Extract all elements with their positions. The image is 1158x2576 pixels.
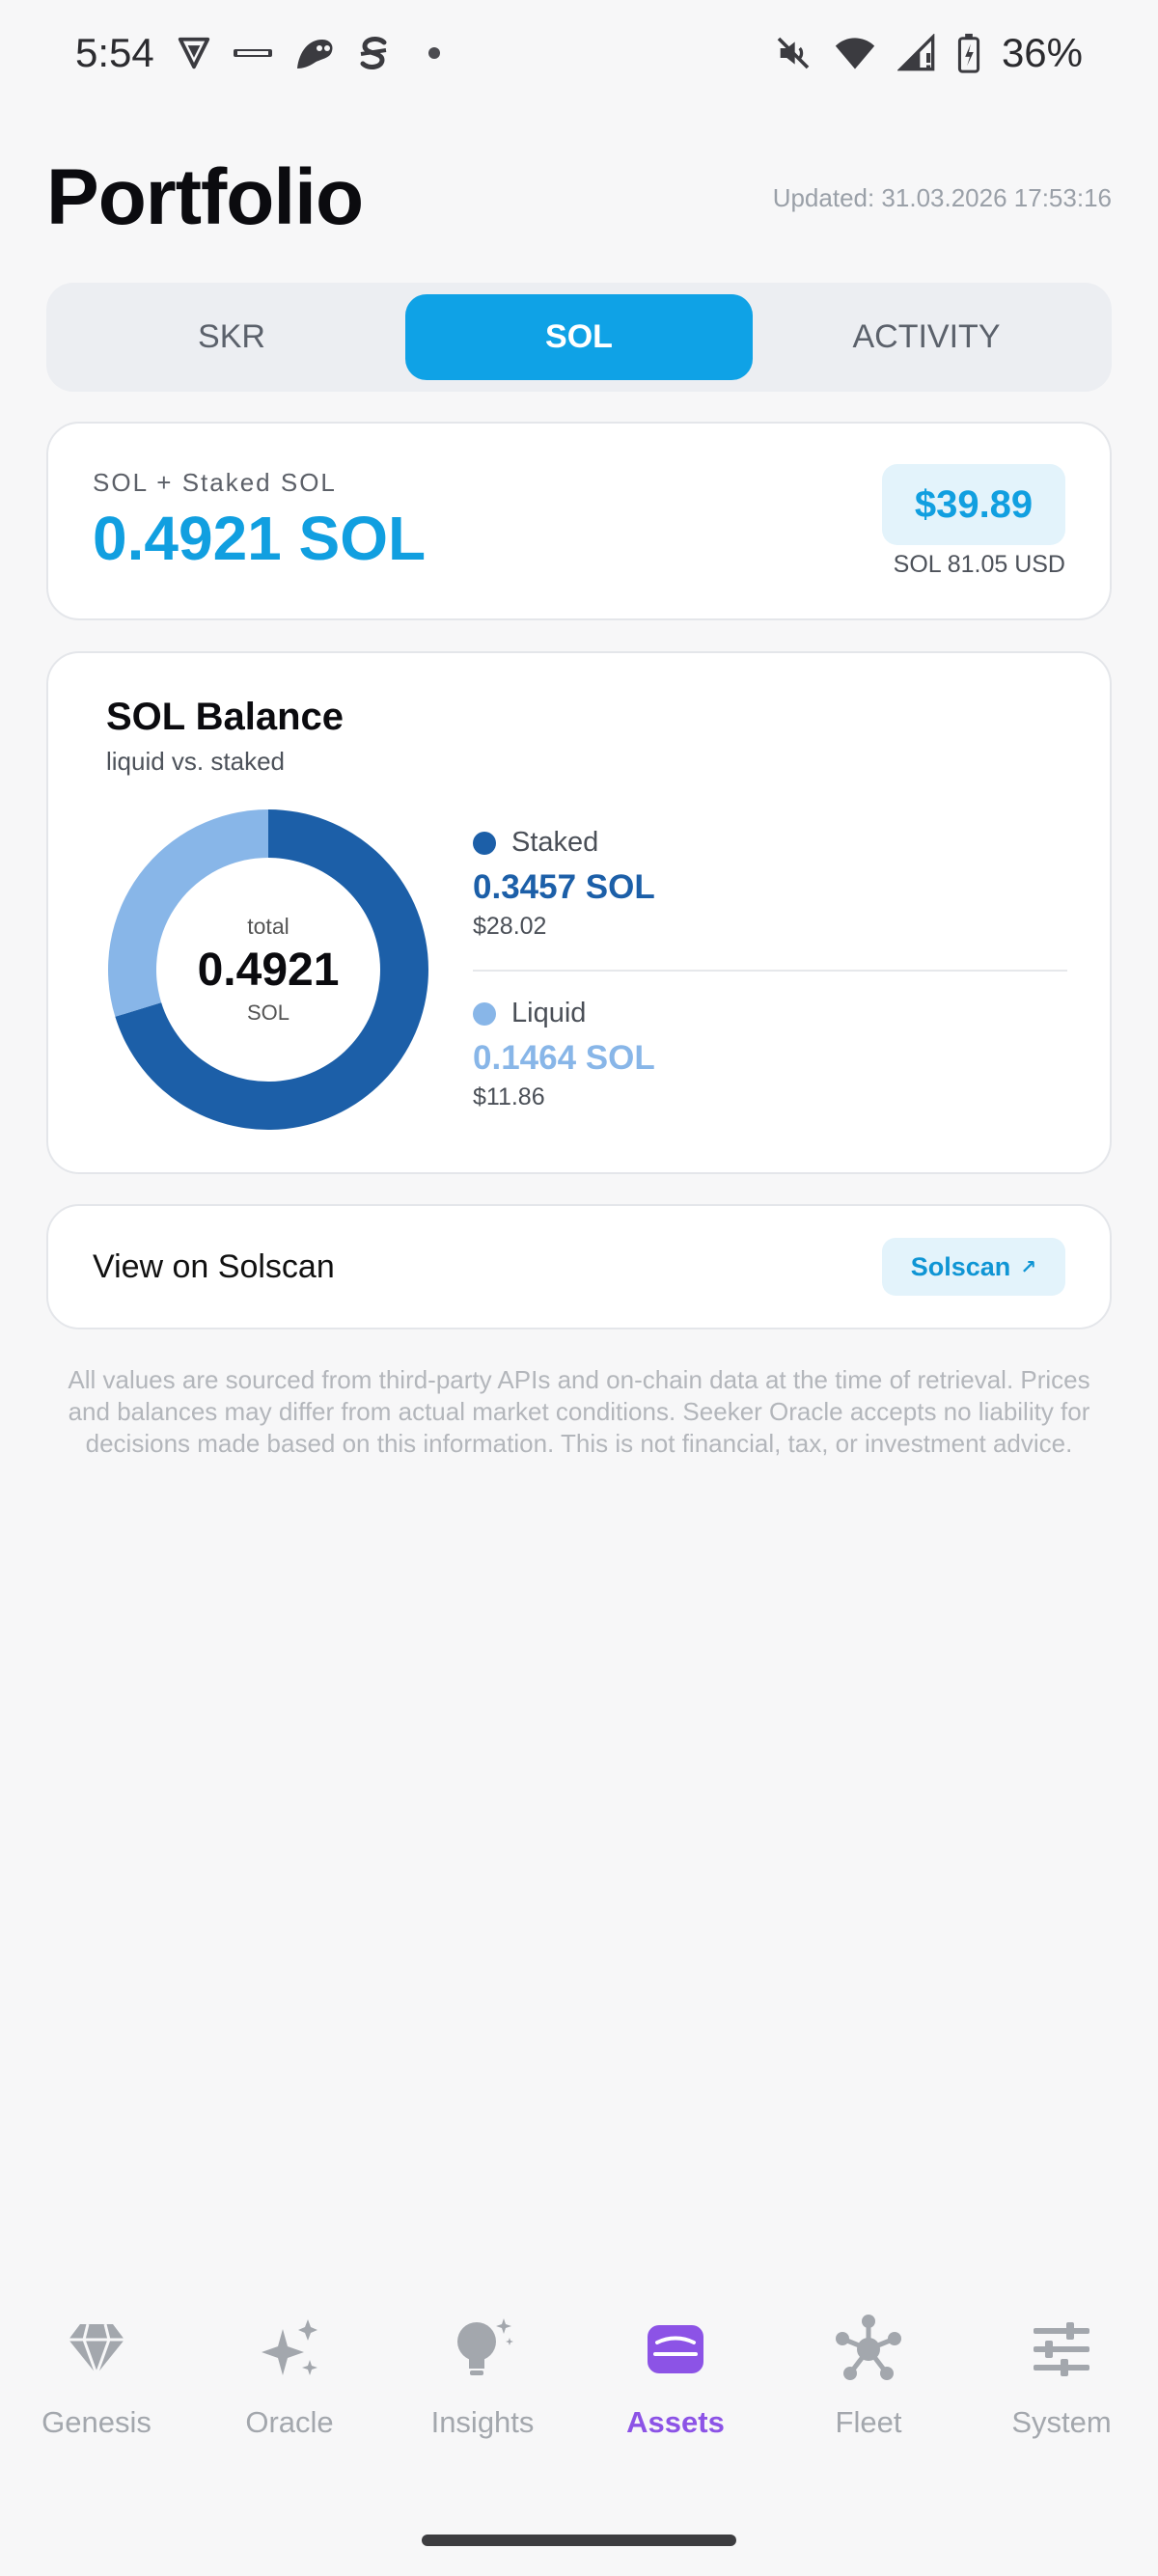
nav-genesis-label: Genesis: [41, 2405, 152, 2439]
total-value: 0.4921 SOL: [93, 504, 427, 573]
nav-assets-label: Assets: [626, 2405, 725, 2439]
nav-oracle-label: Oracle: [245, 2405, 334, 2439]
legend-liquid-amount: 0.1464 SOL: [473, 1039, 655, 1077]
status-bar-left: 5:54: [75, 30, 440, 76]
donut-center: total 0.4921 SOL: [106, 808, 430, 1132]
nav-oracle[interactable]: Oracle: [193, 2311, 386, 2484]
legend-staked-label: Staked: [511, 827, 599, 858]
legend-liquid-label: Liquid: [511, 998, 587, 1028]
tab-bar: SKR SOL ACTIVITY: [46, 283, 1112, 392]
donut-center-value: 0.4921: [197, 945, 340, 996]
carrier-logo-icon: [233, 43, 272, 63]
tab-sol[interactable]: SOL: [405, 294, 753, 380]
battery-charging-icon: [957, 33, 980, 73]
nav-insights-label: Insights: [430, 2405, 535, 2439]
legend-staked: Staked 0.3457 SOL $28.02: [473, 827, 1071, 941]
tab-skr[interactable]: SKR: [58, 294, 405, 380]
sliders-icon: [1023, 2311, 1100, 2388]
nav-assets[interactable]: Assets: [579, 2311, 772, 2484]
nav-system[interactable]: System: [965, 2311, 1158, 2484]
legend-staked-name-row: Staked: [473, 827, 1071, 859]
status-bar: 5:54 36%: [0, 0, 1158, 106]
donut-center-label: total: [247, 914, 290, 939]
tab-activity[interactable]: ACTIVITY: [753, 294, 1100, 380]
updated-timestamp: Updated: 31.03.2026 17:53:16: [772, 182, 1112, 212]
page-header: Portfolio Updated: 31.03.2026 17:53:16: [46, 145, 1112, 251]
home-indicator[interactable]: [422, 2535, 736, 2546]
solscan-label: View on Solscan: [93, 1247, 335, 1285]
wallet-icon: [637, 2311, 714, 2388]
chart-title: SOL Balance: [106, 696, 345, 738]
usd-value-badge: $39.89: [882, 464, 1065, 545]
vpn-shield-icon: [176, 35, 212, 71]
nav-insights[interactable]: Insights: [386, 2311, 579, 2484]
status-bar-right: 36%: [774, 30, 1083, 76]
page-title: Portfolio: [46, 153, 364, 241]
sol-price: SOL 81.05 USD: [893, 551, 1065, 578]
mute-icon: [774, 34, 813, 72]
sparkles-icon: [251, 2311, 328, 2388]
chart-subtitle: liquid vs. staked: [106, 747, 285, 776]
notification-dot-icon: [427, 47, 440, 59]
total-balance-card: SOL + Staked SOL 0.4921 SOL $39.89 SOL 8…: [46, 422, 1112, 620]
app-s-icon: [357, 35, 390, 71]
nav-fleet[interactable]: Fleet: [772, 2311, 965, 2484]
signal-icon: [896, 34, 936, 72]
network-icon: [830, 2311, 907, 2388]
total-label: SOL + Staked SOL: [93, 468, 337, 497]
legend-divider: [473, 970, 1067, 972]
sol-balance-card: SOL Balance liquid vs. staked total 0.49…: [46, 651, 1112, 1174]
external-link-icon: ↗: [1020, 1256, 1036, 1278]
bottom-navigation: Genesis Oracle Insights Assets Fleet Sys…: [0, 2311, 1158, 2484]
donut-center-unit: SOL: [246, 1000, 290, 1025]
battery-percent: 36%: [1001, 30, 1083, 75]
legend-liquid-usd: $11.86: [473, 1083, 545, 1110]
solscan-button[interactable]: Solscan ↗: [881, 1238, 1065, 1296]
legend-staked-usd: $28.02: [473, 913, 547, 940]
legend-liquid: Liquid 0.1464 SOL $11.86: [473, 998, 1071, 1111]
wifi-icon: [834, 34, 876, 72]
legend-staked-dot: [473, 831, 496, 855]
lightbulb-icon: [444, 2311, 521, 2388]
legend-staked-amount: 0.3457 SOL: [473, 868, 655, 906]
solscan-card[interactable]: View on Solscan Solscan ↗: [46, 1204, 1112, 1329]
solscan-button-label: Solscan: [910, 1251, 1011, 1281]
nav-fleet-label: Fleet: [835, 2405, 902, 2439]
legend-liquid-dot: [473, 1001, 496, 1026]
legend-liquid-name-row: Liquid: [473, 998, 1071, 1029]
clock: 5:54: [75, 30, 154, 75]
diamond-icon: [58, 2311, 135, 2388]
disclaimer-text: All values are sourced from third-party …: [68, 1365, 1090, 1458]
app-bird-icon: [293, 34, 336, 72]
nav-genesis[interactable]: Genesis: [0, 2311, 193, 2484]
nav-system-label: System: [1011, 2405, 1112, 2439]
